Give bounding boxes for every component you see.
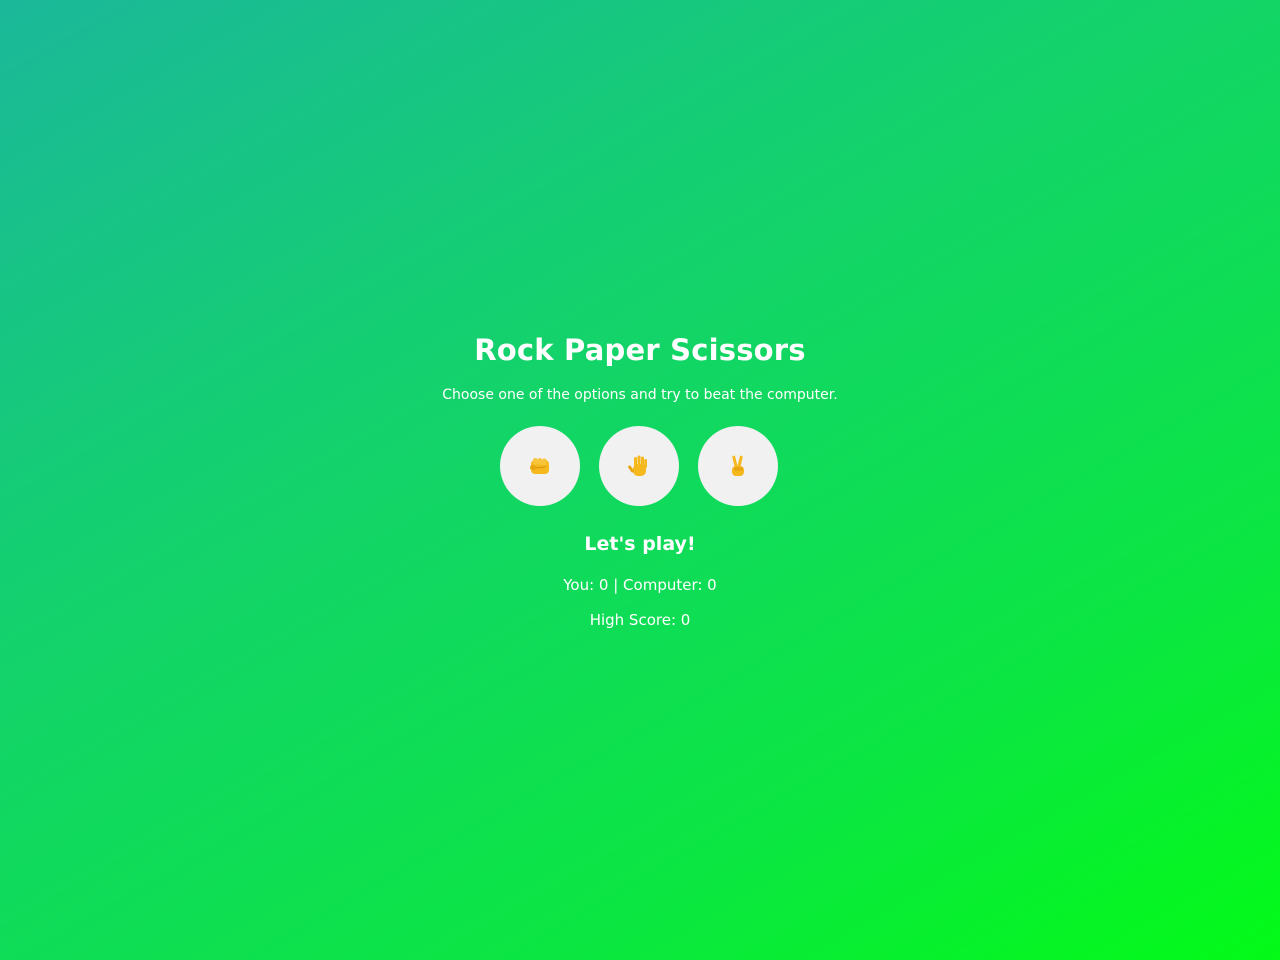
- result-message: Let's play!: [584, 533, 696, 555]
- raised-hand-icon: [628, 455, 647, 476]
- game-container: Rock Paper Scissors Choose one of the op…: [0, 0, 1280, 960]
- instructions-text: Choose one of the options and try to bea…: [442, 387, 838, 403]
- game-title: Rock Paper Scissors: [474, 333, 806, 367]
- choice-buttons: [500, 426, 780, 506]
- rock-button[interactable]: [500, 426, 580, 506]
- paper-button[interactable]: [599, 426, 679, 506]
- high-score-display: High Score: 0: [589, 611, 691, 629]
- fist-icon: [530, 458, 549, 474]
- victory-hand-icon: [732, 455, 744, 476]
- scissors-button[interactable]: [698, 426, 778, 506]
- score-display: You: 0 | Computer: 0: [563, 576, 717, 594]
